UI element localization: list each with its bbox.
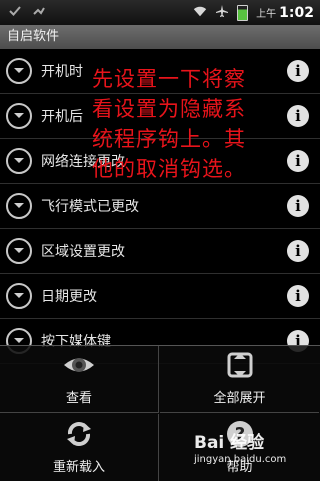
chevron-down-icon[interactable] — [6, 193, 32, 219]
chevron-down-icon[interactable] — [6, 103, 32, 129]
watermark: Bai 经验 jingyan.baidu.com — [194, 428, 312, 474]
watermark-url: jingyan.baidu.com — [194, 454, 287, 465]
annotation-text: 先设置一下将察 看设置为隐藏系 统程序钩上。其 他的取消钩选。 — [92, 64, 312, 184]
info-icon[interactable]: i — [287, 285, 309, 307]
annotation-line: 统程序钩上。其 — [92, 127, 246, 151]
list-item-label: 飞行模式已更改 — [41, 199, 139, 215]
expand-all-menu-item[interactable]: 全部展开 — [160, 346, 319, 413]
clock: 上午 1:02 — [256, 5, 314, 21]
chevron-down-icon[interactable] — [6, 283, 32, 309]
list-item-label: 日期更改 — [41, 289, 97, 305]
expand-all-menu-label: 全部展开 — [213, 391, 266, 406]
view-menu-label: 查看 — [65, 391, 92, 406]
airplane-icon — [215, 4, 229, 21]
info-icon[interactable]: i — [287, 240, 309, 262]
check-icon — [8, 4, 22, 21]
list-item[interactable]: 区域设置更改 i — [0, 229, 320, 274]
annotation-line: 先设置一下将察 — [92, 67, 246, 91]
chevron-down-icon[interactable] — [6, 58, 32, 84]
reload-menu-item[interactable]: 重新载入 — [0, 414, 159, 481]
reload-menu-label: 重新载入 — [52, 460, 105, 475]
eye-icon — [64, 358, 94, 372]
clock-ampm: 上午 — [256, 8, 277, 20]
annotation-line: 看设置为隐藏系 — [92, 97, 246, 121]
battery-icon — [237, 4, 249, 21]
watermark-logo: Bai 经验 — [194, 433, 265, 453]
refresh-icon — [67, 422, 91, 446]
annotation-line: 他的取消钩选。 — [92, 157, 246, 181]
list-item[interactable]: 飞行模式已更改 i — [0, 184, 320, 229]
list-item-label: 区域设置更改 — [41, 244, 125, 260]
wifi-icon — [193, 4, 207, 21]
expand-icon — [227, 352, 252, 378]
chevron-down-icon[interactable] — [6, 238, 32, 264]
clock-time: 1:02 — [279, 4, 314, 21]
sync-icon — [32, 4, 46, 21]
view-menu-item[interactable]: 查看 — [0, 346, 159, 413]
status-bar: 上午 1:02 — [0, 0, 320, 25]
list-item[interactable]: 日期更改 i — [0, 274, 320, 319]
info-icon[interactable]: i — [287, 195, 309, 217]
page-title: 自启软件 — [0, 25, 320, 49]
chevron-down-icon[interactable] — [6, 148, 32, 174]
